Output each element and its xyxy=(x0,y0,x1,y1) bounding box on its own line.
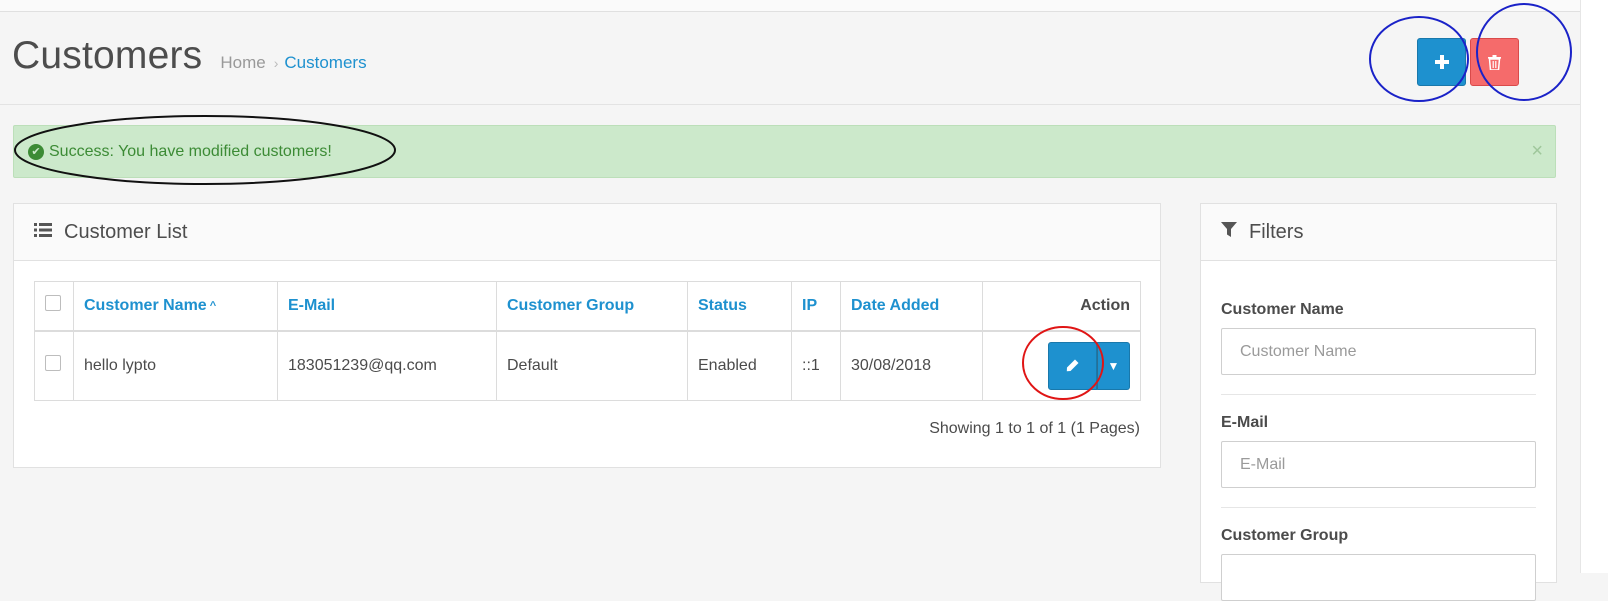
page-header: Customers Home › Customers xyxy=(12,34,367,84)
success-alert: ✔ Success: You have modified customers! … xyxy=(13,125,1556,178)
filters-body: Customer Name E-Mail Customer Group xyxy=(1201,261,1556,601)
top-bar xyxy=(0,0,1580,12)
alert-close-button[interactable]: × xyxy=(1531,140,1543,163)
filters-heading: Filters xyxy=(1201,204,1556,261)
filter-email-label: E-Mail xyxy=(1221,414,1269,431)
page-scroll-edge xyxy=(1580,0,1608,573)
breadcrumb-home[interactable]: Home xyxy=(220,53,265,73)
customer-list-heading: Customer List xyxy=(14,204,1160,261)
column-date-added[interactable]: Date Added xyxy=(840,281,983,332)
filter-email-input[interactable] xyxy=(1221,441,1536,488)
cell-email: 183051239@qq.com xyxy=(277,330,497,401)
breadcrumb: Home › Customers xyxy=(220,53,366,73)
filter-customer-group-group: Customer Group xyxy=(1221,508,1536,601)
select-all-cell xyxy=(34,281,74,332)
alert-message: Success: You have modified customers! xyxy=(49,142,332,160)
row-checkbox[interactable] xyxy=(45,355,61,372)
column-status[interactable]: Status xyxy=(687,281,792,332)
column-action: Action xyxy=(982,281,1141,332)
trash-icon xyxy=(1488,54,1501,70)
pagination-info: Showing 1 to 1 of 1 (1 Pages) xyxy=(929,420,1140,437)
column-customer-name[interactable]: Customer Name ^ xyxy=(73,281,278,332)
header-divider xyxy=(0,104,1580,105)
cell-date-added: 30/08/2018 xyxy=(840,330,983,401)
cell-status: Enabled xyxy=(687,330,792,401)
filter-customer-name-label: Customer Name xyxy=(1221,301,1344,318)
customer-list-title: Customer List xyxy=(64,220,188,243)
delete-customer-button[interactable] xyxy=(1470,38,1519,86)
filter-icon xyxy=(1221,222,1237,242)
row-select-cell xyxy=(34,330,74,401)
filters-panel: Filters Customer Name E-Mail Customer Gr… xyxy=(1200,203,1557,601)
cell-customer-name: hello lypto xyxy=(73,330,278,401)
table-header-row: Customer Name ^ E-Mail Customer Group Sta… xyxy=(34,281,1141,332)
list-icon xyxy=(34,222,52,242)
column-email[interactable]: E-Mail xyxy=(277,281,497,332)
action-button-group: ▼ xyxy=(993,341,1130,390)
edit-button[interactable] xyxy=(1048,341,1097,390)
select-all-checkbox[interactable] xyxy=(45,295,61,312)
cell-action: ▼ xyxy=(982,330,1141,401)
page-title: Customers xyxy=(12,34,203,77)
add-customer-button[interactable] xyxy=(1417,38,1466,86)
filter-customer-group-label: Customer Group xyxy=(1221,527,1349,544)
filter-customer-name-input[interactable] xyxy=(1221,328,1536,375)
sort-asc-icon: ^ xyxy=(209,299,217,312)
customer-table: Customer Name ^ E-Mail Customer Group Sta… xyxy=(34,281,1141,401)
plus-icon xyxy=(1434,55,1449,69)
filter-email-group: E-Mail xyxy=(1221,395,1536,508)
column-customer-group[interactable]: Customer Group xyxy=(496,281,688,332)
pencil-icon xyxy=(1066,359,1079,372)
table-row: hello lypto 183051239@qq.com Default Ena… xyxy=(34,330,1141,401)
check-circle-icon: ✔ xyxy=(28,143,44,160)
filter-customer-name-group: Customer Name xyxy=(1221,261,1536,395)
customer-list-panel: Customer List Customer Name ^ E-Mail Cust… xyxy=(13,203,1161,468)
breadcrumb-separator: › xyxy=(273,55,279,71)
caret-down-icon: ▼ xyxy=(1107,358,1120,373)
action-dropdown-toggle[interactable]: ▼ xyxy=(1097,341,1130,390)
column-ip[interactable]: IP xyxy=(791,281,841,332)
filters-title: Filters xyxy=(1249,220,1304,243)
filter-customer-group-select[interactable] xyxy=(1221,554,1536,601)
breadcrumb-customers[interactable]: Customers xyxy=(284,53,366,73)
cell-ip: ::1 xyxy=(791,330,841,401)
cell-customer-group: Default xyxy=(496,330,688,401)
